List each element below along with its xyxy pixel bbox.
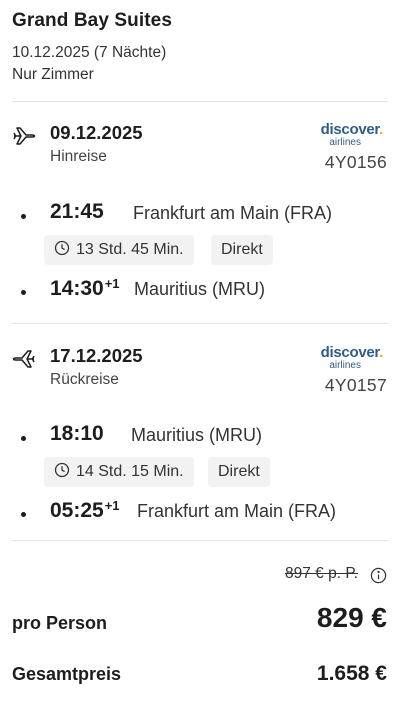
plane-departure-icon: [13, 127, 36, 145]
hotel-summary: Grand Bay Suites 10.12.2025 (7 Nächte) N…: [12, 10, 392, 84]
outbound-duration: 13 Std. 45 Min.: [76, 241, 184, 258]
outbound-departure: 21:45 Frankfurt am Main (FRA): [0, 200, 403, 230]
outbound-flight-number: 4Y0156: [324, 152, 387, 172]
outbound-duration-chip: 13 Std. 45 Min.: [44, 235, 194, 265]
return-arrival: 05:25+1 Frankfurt am Main (FRA): [0, 498, 403, 528]
total-label: Gesamtpreis: [12, 664, 122, 684]
per-person-label: pro Person: [12, 613, 108, 633]
airline-logo-text: discover: [320, 344, 380, 361]
divider: [12, 323, 388, 324]
return-duration-chip: 14 Std. 15 Min.: [44, 457, 194, 487]
timeline-dot: [21, 512, 26, 517]
outbound-stops: Direkt: [221, 241, 263, 258]
return-leg: 17.12.2025 Rückreise discover. airlines …: [0, 345, 403, 405]
divider: [12, 101, 388, 102]
outbound-direction: Hinreise: [50, 148, 107, 165]
airline-logo-sub: airlines: [329, 360, 361, 371]
return-direction: Rückreise: [50, 371, 119, 388]
return-departure-time: 18:10: [50, 422, 104, 445]
return-arrival-time: 05:25+1: [50, 498, 120, 523]
return-stops-chip: Direkt: [208, 457, 270, 487]
outbound-leg: 09.12.2025 Hinreise discover. airlines 4…: [0, 122, 403, 182]
hotel-board-type: Nur Zimmer: [12, 66, 94, 83]
per-person-price: 829 €: [316, 602, 387, 633]
return-stops: Direkt: [218, 463, 260, 480]
clock-icon: [54, 240, 70, 256]
hotel-name: Grand Bay Suites: [12, 10, 172, 31]
return-arrival-place: Frankfurt am Main (FRA): [137, 501, 337, 521]
outbound-arrival-place: Mauritius (MRU): [134, 279, 266, 299]
return-arrival-time-value: 05:25: [50, 499, 104, 522]
return-departure: 18:10 Mauritius (MRU): [0, 422, 403, 452]
outbound-stops-chip: Direkt: [211, 235, 273, 265]
hotel-dates: 10.12.2025 (7 Nächte): [12, 44, 167, 61]
airline-logo: discover. airlines: [303, 344, 384, 371]
outbound-arrival-time: 14:30+1: [50, 276, 120, 301]
outbound-departure-place: Frankfurt am Main (FRA): [133, 203, 333, 223]
outbound-arrival: 14:30+1 Mauritius (MRU): [0, 276, 403, 306]
timeline-dot: [21, 436, 26, 441]
divider: [12, 540, 388, 541]
total-price: 1.658 €: [316, 662, 387, 685]
return-date: 17.12.2025: [50, 345, 143, 366]
outbound-departure-time: 21:45: [50, 200, 104, 223]
outbound-arrival-time-value: 14:30: [50, 277, 104, 300]
timeline-dot: [21, 290, 26, 295]
return-flight-number: 4Y0157: [324, 375, 387, 395]
return-departure-place: Mauritius (MRU): [131, 425, 263, 445]
airline-logo: discover. airlines: [303, 121, 384, 148]
outbound-date: 09.12.2025: [50, 122, 143, 143]
return-duration: 14 Std. 15 Min.: [76, 463, 184, 480]
return-header: 17.12.2025 Rückreise discover. airlines …: [0, 345, 403, 405]
outbound-day-offset: +1: [104, 276, 120, 291]
timeline-dot: [21, 214, 26, 219]
info-icon[interactable]: [370, 567, 387, 584]
airline-logo-sub: airlines: [329, 137, 361, 148]
outbound-header: 09.12.2025 Hinreise discover. airlines 4…: [0, 122, 403, 182]
clock-icon: [54, 462, 70, 478]
plane-return-icon: [12, 350, 35, 368]
return-day-offset: +1: [104, 498, 120, 513]
old-price: 897 € p. P.: [285, 565, 358, 582]
airline-logo-text: discover: [320, 121, 380, 138]
